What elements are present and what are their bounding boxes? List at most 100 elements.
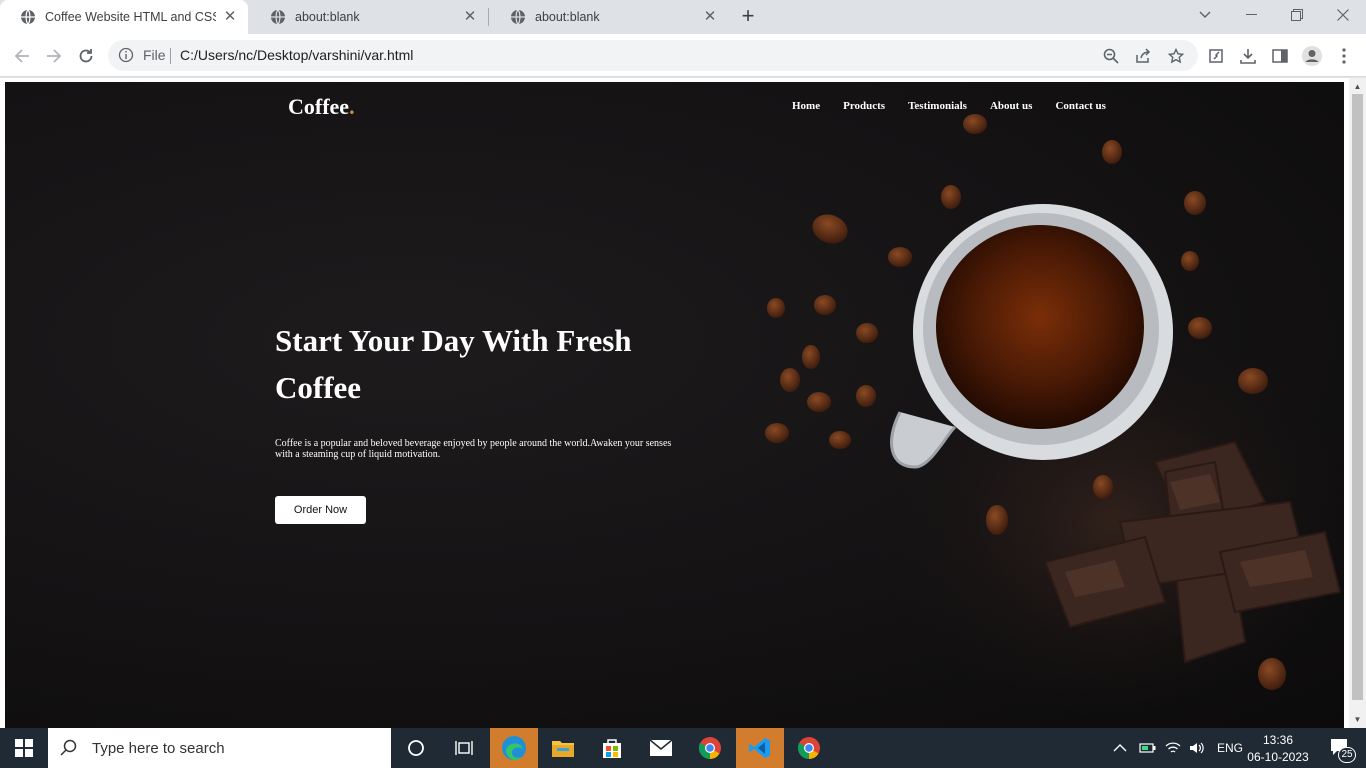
taskbar-chrome-2[interactable] xyxy=(785,728,833,768)
close-icon xyxy=(1337,9,1349,21)
site-nav: Home Products Testimonials About us Cont… xyxy=(792,100,1129,112)
clock-date: 06-10-2023 xyxy=(1247,750,1309,764)
task-view-button[interactable] xyxy=(440,728,488,768)
tab-separator xyxy=(488,8,489,26)
sidepanel-icon xyxy=(1272,49,1288,63)
download-icon xyxy=(1240,49,1256,64)
cortana-icon xyxy=(408,740,424,756)
close-icon[interactable]: ✕ xyxy=(702,9,718,25)
clock[interactable]: 13:36 06-10-2023 xyxy=(1243,732,1313,766)
zoom-icon[interactable] xyxy=(1101,46,1121,66)
close-icon[interactable]: ✕ xyxy=(462,9,478,25)
battery-icon[interactable] xyxy=(1139,742,1157,754)
taskbar-mail[interactable] xyxy=(637,728,685,768)
chrome-icon xyxy=(698,737,721,759)
search-placeholder: Type here to search xyxy=(92,739,225,757)
profile-button[interactable] xyxy=(1298,42,1326,70)
hero-description: Coffee is a popular and beloved beverage… xyxy=(275,438,672,460)
logo-text: Coffee xyxy=(288,94,350,119)
scroll-up-icon[interactable]: ▲ xyxy=(1353,82,1362,91)
wifi-icon[interactable] xyxy=(1165,741,1181,755)
tab-title: Coffee Website HTML and CSS | xyxy=(45,10,216,24)
site-logo[interactable]: Coffee. xyxy=(288,94,355,120)
chevron-down-icon xyxy=(1199,11,1211,18)
menu-icon xyxy=(1342,48,1346,64)
store-icon xyxy=(603,739,621,758)
tab-search-button[interactable] xyxy=(1182,0,1228,30)
scheme-label: File xyxy=(143,47,166,63)
mail-icon xyxy=(649,739,673,756)
logo-dot: . xyxy=(349,94,355,119)
explorer-icon xyxy=(552,741,574,757)
minimize-button[interactable] xyxy=(1228,0,1274,30)
taskbar-vscode[interactable] xyxy=(736,728,784,768)
system-tray: ENG xyxy=(1113,728,1243,768)
chevron-up-icon[interactable] xyxy=(1113,743,1127,753)
windows-taskbar: Type here to search ENG 13:36 06-10-2023 xyxy=(0,728,1366,768)
tab-title: about:blank xyxy=(295,10,360,24)
vscode-icon xyxy=(749,738,770,758)
hero-section: Coffee. Home Products Testimonials About… xyxy=(5,82,1344,728)
language-indicator[interactable]: ENG xyxy=(1217,741,1243,755)
cortana-button[interactable] xyxy=(392,728,440,768)
star-icon[interactable] xyxy=(1166,46,1186,66)
hero-headline: Start Your Day With Fresh Coffee xyxy=(275,323,632,405)
side-panel-button[interactable] xyxy=(1266,42,1294,70)
tab-title: about:blank xyxy=(535,10,600,24)
nav-home[interactable]: Home xyxy=(792,100,820,112)
taskbar-file-explorer[interactable] xyxy=(539,728,587,768)
taskbar-chrome-1[interactable] xyxy=(686,728,734,768)
tab-coffee[interactable]: Coffee Website HTML and CSS | ✕ xyxy=(0,0,248,34)
nav-contact[interactable]: Contact us xyxy=(1055,100,1105,112)
start-button[interactable] xyxy=(0,728,48,768)
reload-icon xyxy=(79,49,93,63)
chrome-icon xyxy=(797,737,820,759)
extension-button[interactable] xyxy=(1202,42,1230,70)
scroll-down-icon[interactable]: ▼ xyxy=(1353,715,1362,724)
nav-about[interactable]: About us xyxy=(990,100,1033,112)
divider xyxy=(170,48,171,64)
restore-button[interactable] xyxy=(1274,0,1320,30)
page-scrollbar[interactable]: ▲ ▼ xyxy=(1349,78,1366,728)
globe-icon xyxy=(21,9,35,25)
reload-button[interactable] xyxy=(72,42,100,70)
tab-blank-1[interactable]: about:blank ✕ xyxy=(250,0,488,34)
menu-button[interactable] xyxy=(1330,42,1358,70)
edge-icon xyxy=(502,736,526,760)
tab-blank-2[interactable]: about:blank ✕ xyxy=(490,0,728,34)
close-icon[interactable]: ✕ xyxy=(222,9,238,25)
profile-icon xyxy=(1302,46,1322,66)
taskbar-edge[interactable] xyxy=(490,728,538,768)
close-window-button[interactable] xyxy=(1320,0,1366,30)
nav-products[interactable]: Products xyxy=(843,100,885,112)
forward-button[interactable] xyxy=(40,42,68,70)
volume-icon[interactable] xyxy=(1189,741,1205,755)
info-icon[interactable] xyxy=(118,47,134,63)
url-text[interactable]: C:/Users/nc/Desktop/varshini/var.html xyxy=(180,47,413,63)
page-viewport: Coffee. Home Products Testimonials About… xyxy=(0,78,1366,728)
minimize-icon xyxy=(1245,14,1257,15)
taskbar-store[interactable] xyxy=(588,728,636,768)
forward-icon xyxy=(47,49,62,63)
search-icon xyxy=(60,739,77,756)
scroll-thumb[interactable] xyxy=(1352,94,1363,700)
restore-icon xyxy=(1291,9,1303,21)
order-now-button[interactable]: Order Now xyxy=(275,496,366,524)
new-tab-button[interactable]: + xyxy=(736,5,760,29)
clock-time: 13:36 xyxy=(1262,733,1294,747)
extension-icon xyxy=(1209,49,1223,63)
globe-icon xyxy=(511,9,525,25)
globe-icon xyxy=(271,9,285,25)
nav-testimonials[interactable]: Testimonials xyxy=(908,100,967,112)
address-bar[interactable]: File C:/Users/nc/Desktop/varshini/var.ht… xyxy=(108,40,1198,71)
notification-count: 25 xyxy=(1338,747,1356,763)
share-icon[interactable] xyxy=(1133,46,1153,66)
notification-button[interactable]: 25 xyxy=(1316,728,1366,768)
back-button[interactable] xyxy=(8,42,36,70)
tab-strip: Coffee Website HTML and CSS | ✕ about:bl… xyxy=(0,0,1366,34)
windows-icon xyxy=(15,739,33,757)
browser-toolbar: File C:/Users/nc/Desktop/varshini/var.ht… xyxy=(0,34,1366,77)
taskview-icon xyxy=(455,741,473,755)
taskbar-search[interactable]: Type here to search xyxy=(48,728,391,768)
download-button[interactable] xyxy=(1234,42,1262,70)
